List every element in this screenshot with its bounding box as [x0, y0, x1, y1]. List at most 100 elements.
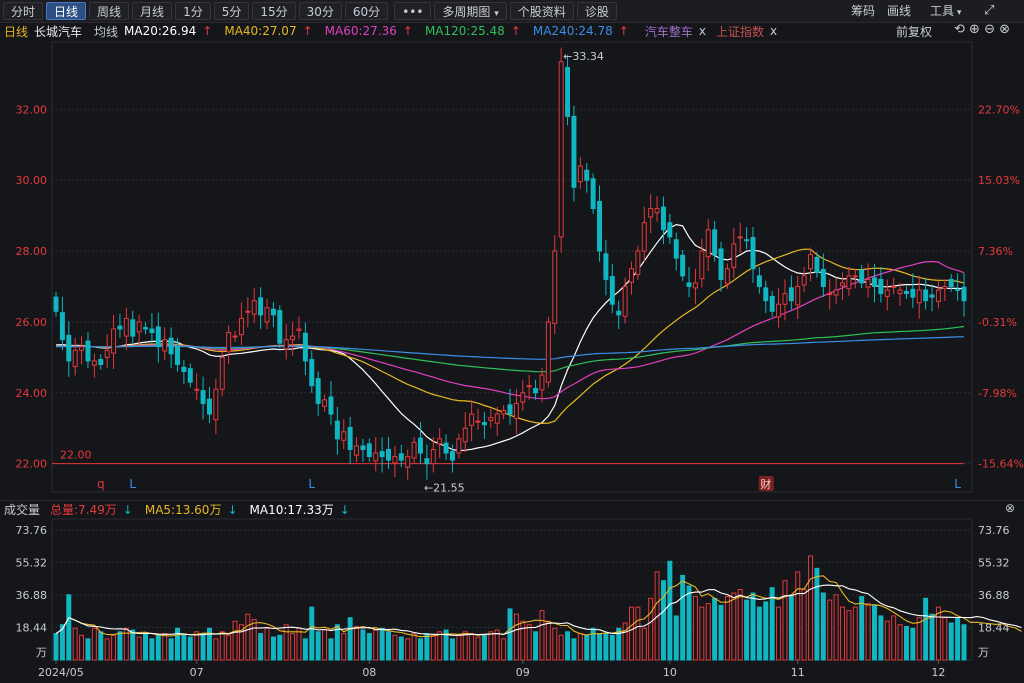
volume-tick-label-right: 18.44 [978, 621, 1010, 634]
candle-body [820, 268, 826, 287]
volume-bar [392, 634, 398, 661]
pct-tick-label: -7.98% [978, 387, 1017, 400]
multi-period-button[interactable]: 多周期图 ▾ [434, 2, 507, 20]
candle-body [501, 410, 507, 415]
candle-body [961, 286, 967, 302]
volume-bar [91, 627, 97, 661]
period-button-6[interactable]: 15分 [252, 2, 296, 20]
x-tick-label: 12 [931, 666, 945, 679]
candle-body [788, 287, 794, 302]
candle-body [53, 296, 59, 312]
volume-bar [756, 606, 762, 661]
overlay-sector-close[interactable]: x [699, 24, 706, 38]
close-icon[interactable]: ⊗ [999, 22, 1010, 37]
ma20-value: MA20:26.94 ↑ [124, 24, 218, 38]
candle-body [424, 458, 430, 465]
candle-body [603, 253, 609, 280]
candle-body [692, 282, 698, 289]
volume-bar [533, 631, 539, 661]
pct-tick-label: -15.64% [978, 458, 1024, 471]
volume-bar [373, 629, 379, 661]
candle-body [903, 290, 909, 295]
price-tick-label: 30.00 [16, 174, 48, 187]
tools-button[interactable]: 工具 ▾ [930, 2, 961, 20]
period-button-1[interactable]: 日线 [46, 2, 87, 20]
candle-body [181, 366, 187, 373]
ma60-line [55, 260, 965, 400]
volume-bar [680, 574, 686, 661]
volume-bar [136, 636, 142, 661]
volume-bar [648, 597, 654, 661]
up-arrow-icon: ↑ [618, 24, 629, 38]
volume-bar [673, 615, 679, 661]
volume-bar [360, 629, 366, 661]
volume-bar [571, 638, 577, 661]
period-button-5[interactable]: 5分 [213, 2, 250, 20]
high-annotation: ←33.34 [563, 50, 604, 63]
overlay-index-close[interactable]: x [770, 24, 777, 38]
x-tick-label: 08 [362, 666, 376, 679]
fullscreen-icon[interactable]: ⤢ [984, 2, 994, 20]
volume-close-icon[interactable]: ⊗ [1005, 501, 1015, 515]
ma20-text: MA20:26.94 [124, 24, 197, 38]
volume-bar [744, 599, 750, 661]
volume-bar [884, 620, 890, 661]
finance-marker-box [758, 476, 774, 491]
volume-tick-label: 55.32 [16, 556, 48, 569]
period-button-3[interactable]: 月线 [132, 2, 173, 20]
adjust-button[interactable]: 前复权 [896, 23, 932, 40]
volume-title: 成交量 [4, 503, 41, 517]
price-tick-label: 28.00 [16, 245, 48, 258]
candle-body [577, 165, 583, 183]
axis-labels: 32.00 22.70% 30.00 15.03% 28.00 7.36% 26.00 -0.… [16, 50, 1024, 679]
candle-body [565, 67, 571, 117]
period-button-7[interactable]: 30分 [298, 2, 342, 20]
volume-bar [820, 592, 826, 661]
x-tick-label: 09 [516, 666, 530, 679]
period-button-2[interactable]: 周线 [89, 2, 130, 20]
undo-icon[interactable]: ⟲ [954, 22, 965, 37]
up-arrow-icon: ↑ [402, 24, 413, 38]
period-button-4[interactable]: 1分 [175, 2, 211, 20]
volume-bar [558, 634, 564, 661]
volume-bar [667, 560, 673, 661]
zoom-in-icon[interactable]: ⊕ [969, 22, 980, 37]
candle-body [456, 438, 462, 454]
event-marker: L [129, 477, 136, 491]
candle-body [258, 297, 264, 316]
volume-bar [488, 631, 494, 661]
overlay-index[interactable]: 上证指数 [716, 23, 764, 40]
overlay-sector[interactable]: 汽车整车 [645, 23, 693, 40]
candle-body [283, 339, 289, 350]
draw-button[interactable]: 画线 [887, 2, 911, 20]
x-tick-label: 11 [791, 666, 805, 679]
diagnose-button[interactable]: 诊股 [576, 2, 617, 20]
candle-body [756, 275, 762, 287]
volume-bar [961, 624, 967, 661]
reference-line-label: 22.00 [60, 449, 92, 462]
zoom-out-icon[interactable]: ⊖ [984, 22, 995, 37]
candle-body [98, 358, 104, 365]
candle-body [507, 404, 513, 415]
volume-bar [929, 613, 935, 661]
volume-bar [616, 627, 622, 661]
candle-body [705, 229, 711, 258]
chips-button[interactable]: 筹码 [851, 2, 875, 20]
period-button-0[interactable]: 分时 [3, 2, 44, 20]
more-button[interactable]: ••• [394, 2, 432, 20]
volume-bar [520, 620, 526, 661]
volume-bar [194, 631, 200, 661]
volume-bar [481, 634, 487, 661]
volume-bar [737, 589, 743, 661]
period-button-8[interactable]: 60分 [344, 2, 389, 20]
volume-bar [724, 596, 730, 661]
profile-button[interactable]: 个股资料 [509, 2, 574, 20]
pct-tick-label: 22.70% [978, 103, 1020, 116]
candle-body [392, 456, 398, 464]
candle-body [143, 327, 149, 330]
candle-body [219, 356, 225, 390]
volume-total-text: 总量:7.49万 [50, 503, 117, 517]
candle-body [744, 239, 750, 242]
candle-body [609, 276, 615, 305]
candle-body [226, 332, 232, 353]
